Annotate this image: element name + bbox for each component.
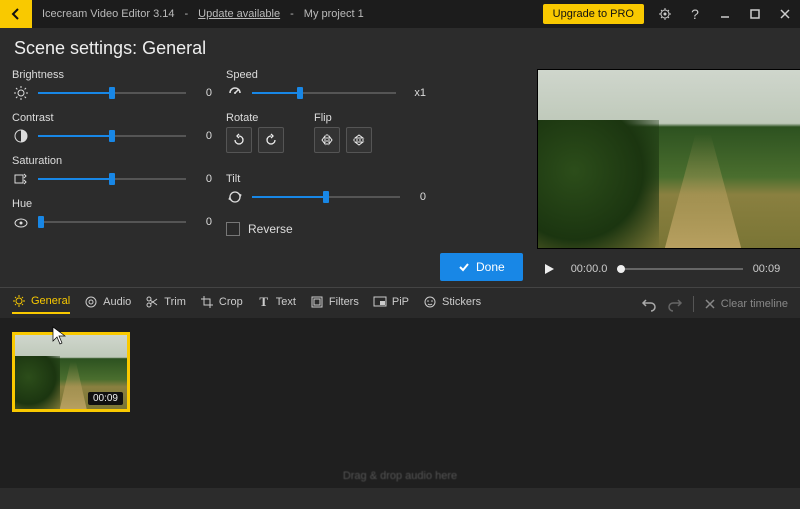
timeline-clip[interactable]: 00:09 xyxy=(12,332,130,412)
tab-stickers[interactable]: Stickers xyxy=(423,295,481,313)
tab-general[interactable]: General xyxy=(12,294,70,314)
preview-image xyxy=(537,69,800,249)
saturation-icon xyxy=(12,170,30,188)
update-link[interactable]: Update available xyxy=(198,8,280,20)
saturation-slider[interactable] xyxy=(38,172,186,186)
text-icon: T xyxy=(257,295,271,309)
saturation-value: 0 xyxy=(194,173,212,185)
contrast-icon xyxy=(12,127,30,145)
clear-timeline-button[interactable]: Clear timeline xyxy=(704,298,788,310)
audio-icon xyxy=(84,295,98,309)
duration-time: 00:09 xyxy=(753,263,789,275)
speed-slider[interactable] xyxy=(252,86,396,100)
close-icon[interactable] xyxy=(770,0,800,28)
drag-hint: Drag & drop audio here xyxy=(343,470,457,482)
brightness-label: Brightness xyxy=(12,69,212,81)
tab-crop[interactable]: Crop xyxy=(200,295,243,313)
tilt-label: Tilt xyxy=(226,173,426,185)
reverse-label: Reverse xyxy=(248,222,293,236)
current-time: 00:00.0 xyxy=(571,263,608,275)
rotate-label: Rotate xyxy=(226,112,284,124)
hue-label: Hue xyxy=(12,198,212,210)
page-title: Scene settings: General xyxy=(0,28,800,65)
redo-button[interactable] xyxy=(667,296,683,312)
scrub-slider[interactable] xyxy=(617,263,742,275)
app-title: Icecream Video Editor 3.14 xyxy=(42,8,174,20)
contrast-slider[interactable] xyxy=(38,129,186,143)
saturation-label: Saturation xyxy=(12,155,212,167)
tab-trim[interactable]: Trim xyxy=(145,295,186,313)
done-button[interactable]: Done xyxy=(440,253,523,281)
scissors-icon xyxy=(145,295,159,309)
clip-duration: 00:09 xyxy=(88,392,123,405)
timeline[interactable]: 00:09 Drag & drop audio here xyxy=(0,318,800,488)
sticker-icon xyxy=(423,295,437,309)
crop-icon xyxy=(200,295,214,309)
contrast-value: 0 xyxy=(194,130,212,142)
speed-icon xyxy=(226,84,244,102)
speed-label: Speed xyxy=(226,69,426,81)
settings-icon[interactable] xyxy=(650,0,680,28)
flip-vertical-button[interactable] xyxy=(346,127,372,153)
tab-text[interactable]: T Text xyxy=(257,295,296,313)
tab-pip[interactable]: PiP xyxy=(373,295,409,313)
contrast-label: Contrast xyxy=(12,112,212,124)
flip-horizontal-button[interactable] xyxy=(314,127,340,153)
maximize-icon[interactable] xyxy=(740,0,770,28)
tilt-icon xyxy=(226,188,244,206)
rotate-ccw-button[interactable] xyxy=(258,127,284,153)
reverse-checkbox[interactable] xyxy=(226,222,240,236)
filters-icon xyxy=(310,295,324,309)
minimize-icon[interactable] xyxy=(710,0,740,28)
brightness-value: 0 xyxy=(194,87,212,99)
play-button[interactable] xyxy=(537,257,561,281)
tab-audio[interactable]: Audio xyxy=(84,295,131,313)
gear-icon xyxy=(12,294,26,308)
help-icon[interactable]: ? xyxy=(680,0,710,28)
pip-icon xyxy=(373,295,387,309)
speed-value: x1 xyxy=(404,87,426,99)
hue-icon xyxy=(12,213,30,231)
rotate-cw-button[interactable] xyxy=(226,127,252,153)
brightness-icon xyxy=(12,84,30,102)
undo-button[interactable] xyxy=(641,296,657,312)
upgrade-button[interactable]: Upgrade to PRO xyxy=(543,4,644,24)
flip-label: Flip xyxy=(314,112,372,124)
tab-filters[interactable]: Filters xyxy=(310,295,359,313)
hue-slider[interactable] xyxy=(38,215,186,229)
project-name: My project 1 xyxy=(304,8,364,20)
hue-value: 0 xyxy=(194,216,212,228)
brightness-slider[interactable] xyxy=(38,86,186,100)
tilt-value: 0 xyxy=(408,191,426,203)
back-button[interactable] xyxy=(0,0,32,28)
tilt-slider[interactable] xyxy=(252,190,400,204)
